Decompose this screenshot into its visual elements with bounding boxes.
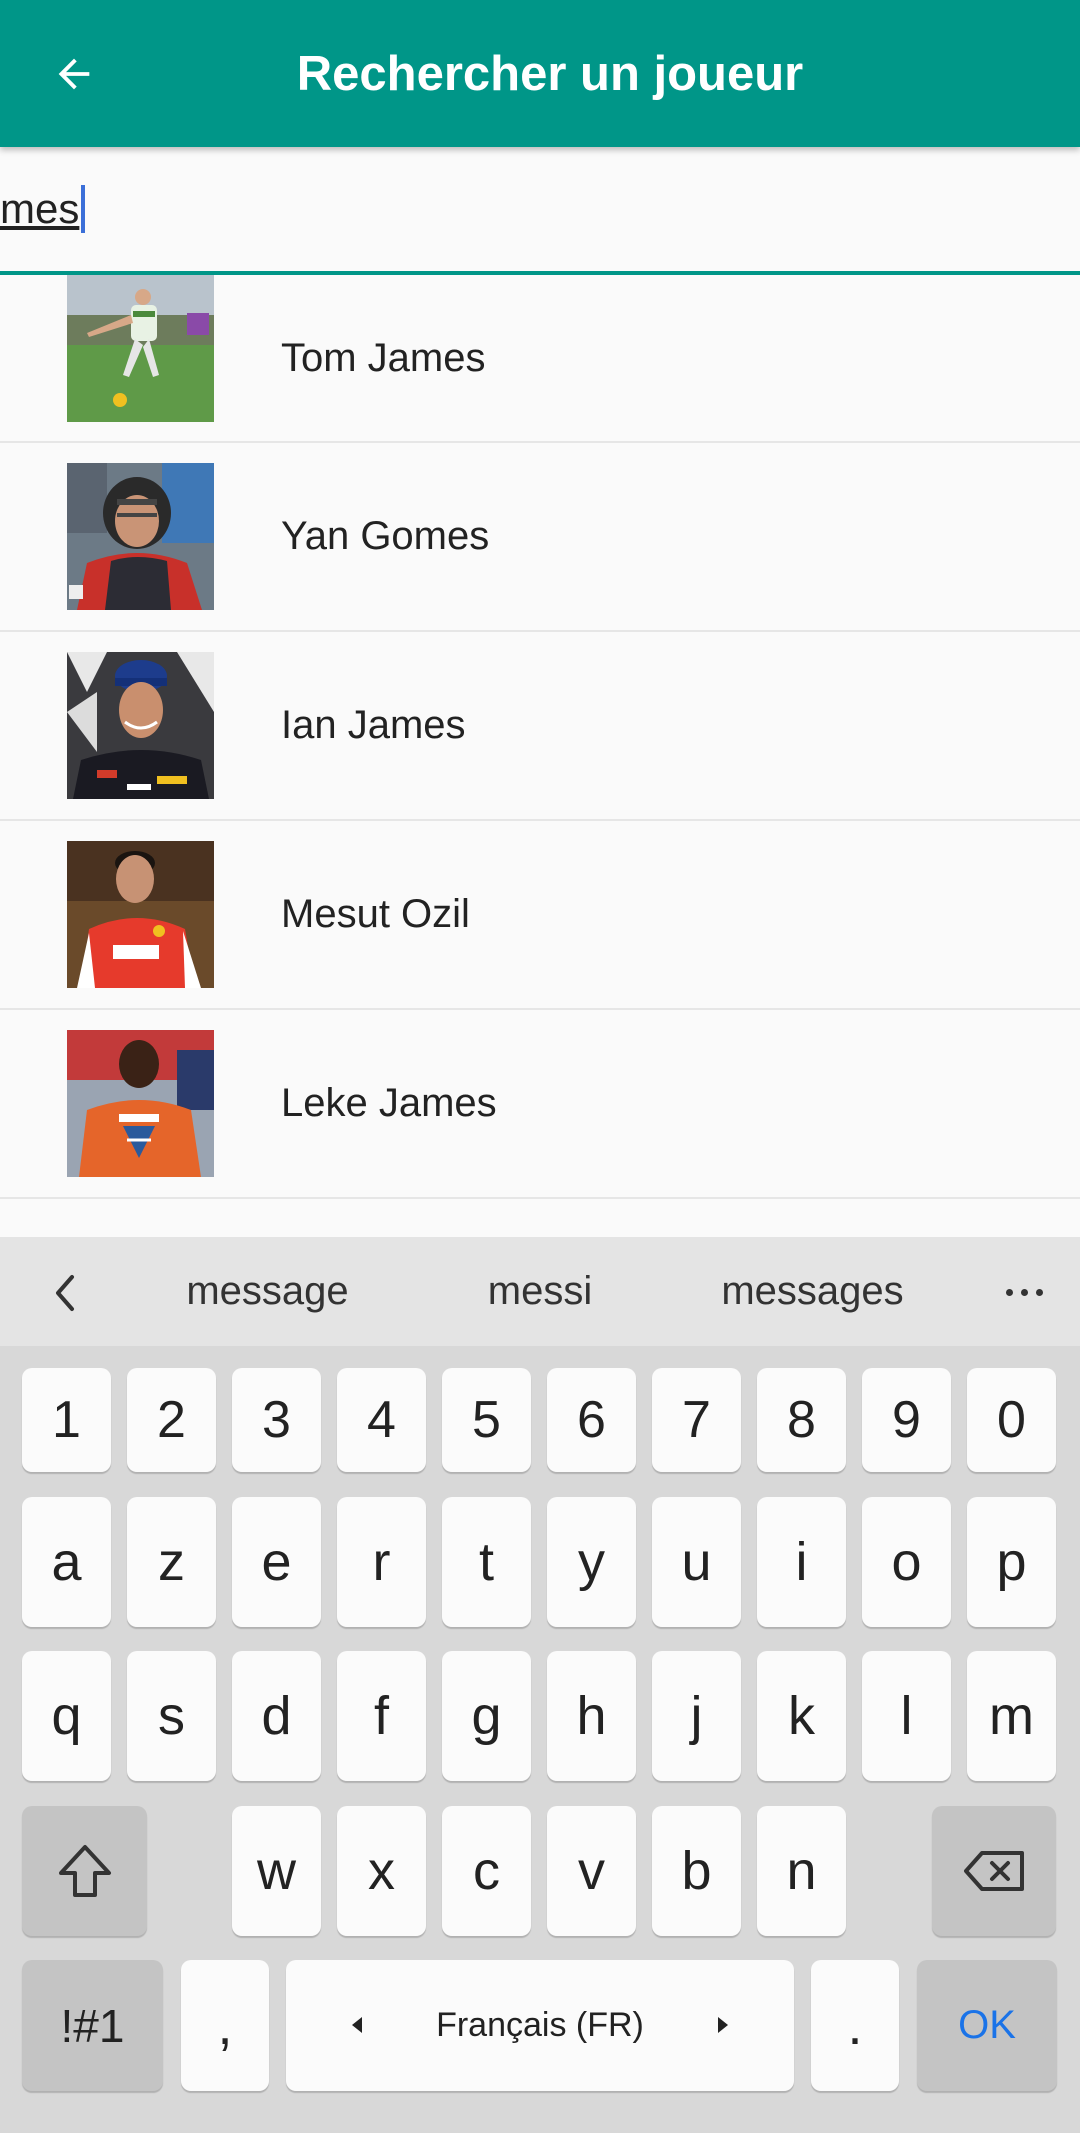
player-name: Ian James bbox=[281, 703, 466, 747]
more-suggestions-button[interactable] bbox=[992, 1267, 1056, 1317]
player-photo bbox=[67, 841, 214, 988]
key-j[interactable]: j bbox=[652, 1651, 741, 1781]
comma-key[interactable]: , bbox=[181, 1960, 269, 2091]
arrow-right-small-icon bbox=[718, 2017, 728, 2033]
key-h[interactable]: h bbox=[547, 1651, 636, 1781]
app-bar: Rechercher un joueur bbox=[0, 0, 1080, 147]
suggestion-bar: message messi messages bbox=[0, 1237, 1080, 1346]
key-g[interactable]: g bbox=[442, 1651, 531, 1781]
symbols-key[interactable]: !#1 bbox=[22, 1960, 163, 2091]
dot bbox=[1005, 1288, 1013, 1296]
key-e[interactable]: e bbox=[232, 1497, 321, 1627]
period-key[interactable]: . bbox=[811, 1960, 899, 2091]
ok-key[interactable]: OK bbox=[917, 1960, 1057, 2091]
key-b[interactable]: b bbox=[652, 1806, 741, 1936]
key-m[interactable]: m bbox=[967, 1651, 1056, 1781]
space-key[interactable]: Français (FR) bbox=[286, 1960, 794, 2091]
key-o[interactable]: o bbox=[862, 1497, 951, 1627]
key-9[interactable]: 9 bbox=[862, 1368, 951, 1472]
suggestion-collapse-button[interactable] bbox=[42, 1265, 88, 1321]
list-item[interactable]: Ian James bbox=[0, 632, 1080, 821]
search-input-value[interactable]: mes bbox=[0, 185, 86, 233]
suggestion-item[interactable]: messages bbox=[675, 1237, 950, 1346]
key-i[interactable]: i bbox=[757, 1497, 846, 1627]
key-1[interactable]: 1 bbox=[22, 1368, 111, 1472]
key-t[interactable]: t bbox=[442, 1497, 531, 1627]
player-name: Leke James bbox=[281, 1081, 497, 1125]
key-l[interactable]: l bbox=[862, 1651, 951, 1781]
backspace-icon bbox=[964, 1851, 1024, 1891]
suggestion-item[interactable]: message bbox=[130, 1237, 405, 1346]
key-w[interactable]: w bbox=[232, 1806, 321, 1936]
key-y[interactable]: y bbox=[547, 1497, 636, 1627]
key-r[interactable]: r bbox=[337, 1497, 426, 1627]
text-caret bbox=[81, 185, 86, 233]
key-6[interactable]: 6 bbox=[547, 1368, 636, 1472]
suggestion-item[interactable]: messi bbox=[405, 1237, 675, 1346]
dot bbox=[1020, 1288, 1028, 1296]
key-q[interactable]: q bbox=[22, 1651, 111, 1781]
dot bbox=[1035, 1288, 1043, 1296]
player-list: Tom James Yan Gomes Ian James Mesut Ozil… bbox=[0, 275, 1080, 1199]
list-item[interactable]: Leke James bbox=[0, 1010, 1080, 1199]
list-item[interactable]: Mesut Ozil bbox=[0, 821, 1080, 1010]
player-photo bbox=[67, 652, 214, 799]
backspace-key[interactable] bbox=[932, 1806, 1056, 1936]
list-item[interactable]: Yan Gomes bbox=[0, 443, 1080, 632]
search-input[interactable]: mes bbox=[0, 147, 1080, 275]
key-p[interactable]: p bbox=[967, 1497, 1056, 1627]
player-name: Mesut Ozil bbox=[281, 892, 470, 936]
key-0[interactable]: 0 bbox=[967, 1368, 1056, 1472]
player-photo bbox=[67, 275, 214, 422]
player-name: Yan Gomes bbox=[281, 514, 490, 558]
player-photo bbox=[67, 1030, 214, 1177]
key-5[interactable]: 5 bbox=[442, 1368, 531, 1472]
key-c[interactable]: c bbox=[442, 1806, 531, 1936]
key-x[interactable]: x bbox=[337, 1806, 426, 1936]
key-v[interactable]: v bbox=[547, 1806, 636, 1936]
soft-keyboard: message messi messages 1 2 3 4 5 6 7 8 9… bbox=[0, 1237, 1080, 2133]
space-key-label: Français (FR) bbox=[436, 2006, 644, 2044]
key-u[interactable]: u bbox=[652, 1497, 741, 1627]
key-f[interactable]: f bbox=[337, 1651, 426, 1781]
key-n[interactable]: n bbox=[757, 1806, 846, 1936]
page-title: Rechercher un joueur bbox=[296, 46, 804, 101]
key-2[interactable]: 2 bbox=[127, 1368, 216, 1472]
shift-key[interactable] bbox=[22, 1806, 147, 1936]
shift-arrow-icon bbox=[58, 1845, 111, 1897]
player-photo bbox=[67, 463, 214, 610]
key-4[interactable]: 4 bbox=[337, 1368, 426, 1472]
player-name: Tom James bbox=[281, 335, 486, 380]
arrow-left-small-icon bbox=[352, 2017, 362, 2033]
key-d[interactable]: d bbox=[232, 1651, 321, 1781]
key-a[interactable]: a bbox=[22, 1497, 111, 1627]
key-7[interactable]: 7 bbox=[652, 1368, 741, 1472]
key-s[interactable]: s bbox=[127, 1651, 216, 1781]
chevron-left-icon bbox=[56, 1275, 74, 1311]
key-k[interactable]: k bbox=[757, 1651, 846, 1781]
key-3[interactable]: 3 bbox=[232, 1368, 321, 1472]
key-z[interactable]: z bbox=[127, 1497, 216, 1627]
list-item[interactable]: Tom James bbox=[0, 275, 1080, 443]
key-8[interactable]: 8 bbox=[757, 1368, 846, 1472]
